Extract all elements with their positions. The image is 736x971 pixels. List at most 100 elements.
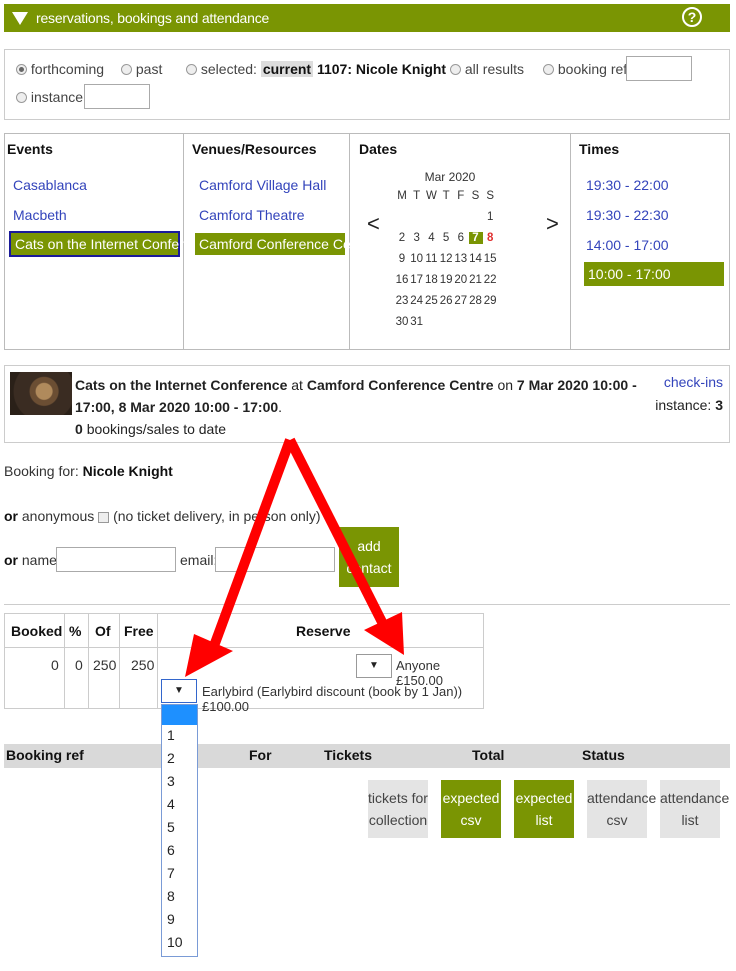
dropdown-option[interactable]: 1 (167, 727, 175, 743)
expected-csv-button[interactable]: expected csv (441, 780, 501, 838)
expected-list-button[interactable]: expected list (514, 780, 574, 838)
radio-selected[interactable]: selected: current 1107: Nicole Knight (186, 61, 446, 77)
booking-for-name: Nicole Knight (82, 463, 173, 479)
calendar-day[interactable]: 5 (439, 232, 453, 244)
time-slot-3[interactable]: 14:00 - 17:00 (586, 237, 669, 253)
calendar-day[interactable]: 30 (395, 316, 409, 328)
events-column: Events Casablanca Macbeth Cats on the In… (5, 134, 214, 349)
dropdown-option[interactable]: 3 (167, 773, 175, 789)
radio-instance[interactable]: instance: (16, 89, 87, 105)
calendar-day[interactable]: 4 (424, 232, 438, 244)
dropdown-option[interactable]: 10 (167, 934, 183, 950)
booking-ref-input[interactable] (626, 56, 692, 81)
calendar-day[interactable]: 22 (483, 274, 497, 286)
calendar-day[interactable]: 15 (483, 253, 497, 265)
dropdown-option[interactable]: 7 (167, 865, 175, 881)
calendar-day[interactable]: 21 (469, 274, 483, 286)
radio-all-results[interactable]: all results (450, 61, 524, 77)
event-cats-conference[interactable]: Cats on the Internet Conference (9, 231, 214, 257)
calendar-day[interactable]: 11 (424, 253, 438, 265)
instance-input[interactable] (84, 84, 150, 109)
radio-forthcoming-icon[interactable] (16, 63, 27, 75)
current-badge: current (260, 61, 314, 77)
radio-instance-icon[interactable] (16, 91, 27, 103)
calendar-day[interactable]: 25 (424, 295, 438, 307)
calendar-day[interactable]: 3 (410, 232, 424, 244)
radio-booking-ref[interactable]: booking ref: (543, 61, 631, 77)
dropdown-option[interactable]: 8 (167, 888, 175, 904)
calendar-day[interactable]: 17 (410, 274, 424, 286)
header-tickets: Tickets (324, 747, 372, 763)
dropdown-option[interactable]: 2 (167, 750, 175, 766)
next-month-button[interactable]: > (546, 211, 559, 237)
calendar-day[interactable]: 26 (439, 295, 453, 307)
btn-label: expected (442, 790, 500, 806)
calendar-day[interactable]: 19 (439, 274, 453, 286)
attendance-csv-button[interactable]: attendance csv (587, 780, 656, 838)
dropdown-option[interactable]: 4 (167, 796, 175, 812)
calendar-day[interactable]: 27 (454, 295, 468, 307)
calendar-day[interactable]: 6 (454, 232, 468, 244)
venues-heading: Venues/Resources (192, 141, 317, 157)
radio-forthcoming-label: forthcoming (30, 61, 105, 77)
calendar-month: Mar 2020 (424, 170, 476, 184)
calendar-day[interactable]: 14 (469, 253, 483, 265)
dropdown-option[interactable]: 6 (167, 842, 175, 858)
times-column: Times 19:30 - 22:00 19:30 - 22:30 14:00 … (571, 134, 731, 349)
time-slot-4[interactable]: 10:00 - 17:00 (584, 262, 724, 286)
radio-all-results-icon[interactable] (450, 63, 461, 75)
header-reserve: Reserve (296, 623, 351, 639)
event-casablanca[interactable]: Casablanca (13, 177, 87, 193)
quantity-select-earlybird[interactable]: ▼ (161, 679, 197, 703)
quantity-select-anyone[interactable]: ▼ (356, 654, 392, 678)
venues-column: Venues/Resources Camford Village Hall Ca… (184, 134, 375, 349)
help-icon[interactable]: ? (682, 7, 702, 27)
radio-past-icon[interactable] (121, 63, 132, 75)
quantity-dropdown-list[interactable]: 1 2 3 4 5 6 7 8 9 10 (161, 704, 198, 957)
calendar-day[interactable]: 29 (483, 295, 497, 307)
calendar-day[interactable]: 13 (454, 253, 468, 265)
calendar-day[interactable]: 1 (483, 211, 497, 223)
event-macbeth[interactable]: Macbeth (13, 207, 67, 223)
venue-conference-centre[interactable]: Camford Conference Centre (195, 233, 375, 255)
header-booked: Booked (11, 623, 63, 639)
dropdown-option[interactable]: 9 (167, 911, 175, 927)
dropdown-highlight-empty-option[interactable] (162, 705, 197, 725)
time-slot-2[interactable]: 19:30 - 22:30 (586, 207, 669, 223)
radio-booking-ref-label: booking ref: (557, 61, 632, 77)
calendar-day[interactable]: 23 (395, 295, 409, 307)
calendar-day[interactable]: 10 (410, 253, 424, 265)
calendar-day[interactable]: 12 (439, 253, 453, 265)
radio-past[interactable]: past (121, 61, 162, 77)
radio-forthcoming[interactable]: forthcoming (16, 61, 104, 77)
cell-free: 250 (131, 657, 155, 673)
time-slot-1[interactable]: 19:30 - 22:00 (586, 177, 669, 193)
name-input[interactable] (56, 547, 176, 572)
tickets-for-collection-button[interactable]: tickets for collection (368, 780, 428, 838)
radio-selected-icon[interactable] (186, 63, 197, 75)
venue-theatre[interactable]: Camford Theatre (199, 207, 305, 223)
attendance-list-button[interactable]: attendance list (660, 780, 729, 838)
calendar-day[interactable]: 24 (410, 295, 424, 307)
bookings-label: bookings/sales to date (86, 421, 227, 437)
calendar-day[interactable]: 16 (395, 274, 409, 286)
radio-booking-ref-icon[interactable] (543, 63, 554, 75)
check-ins-link[interactable]: check-ins (664, 374, 723, 390)
calendar-day[interactable]: 18 (424, 274, 438, 286)
add-contact-button[interactable]: add contact (339, 527, 399, 587)
anonymous-checkbox[interactable] (98, 511, 110, 523)
venue-village-hall[interactable]: Camford Village Hall (199, 177, 326, 193)
calendar-day[interactable]: 28 (469, 295, 483, 307)
email-input[interactable] (215, 547, 335, 572)
calendar-day[interactable]: 20 (454, 274, 468, 286)
calendar-day[interactable]: 9 (395, 253, 409, 265)
collapse-triangle-icon[interactable] (12, 12, 28, 25)
prev-month-button[interactable]: < (367, 211, 380, 237)
section-header-bar[interactable]: reservations, bookings and attendance ? (4, 4, 730, 32)
calendar-day[interactable]: 8 (483, 232, 497, 244)
calendar-day[interactable]: 31 (410, 316, 424, 328)
calendar-day[interactable]: 7 (468, 232, 483, 244)
event-name: Cats on the Internet Conference (75, 377, 288, 393)
dropdown-option[interactable]: 5 (167, 819, 175, 835)
calendar-day[interactable]: 2 (395, 232, 409, 244)
